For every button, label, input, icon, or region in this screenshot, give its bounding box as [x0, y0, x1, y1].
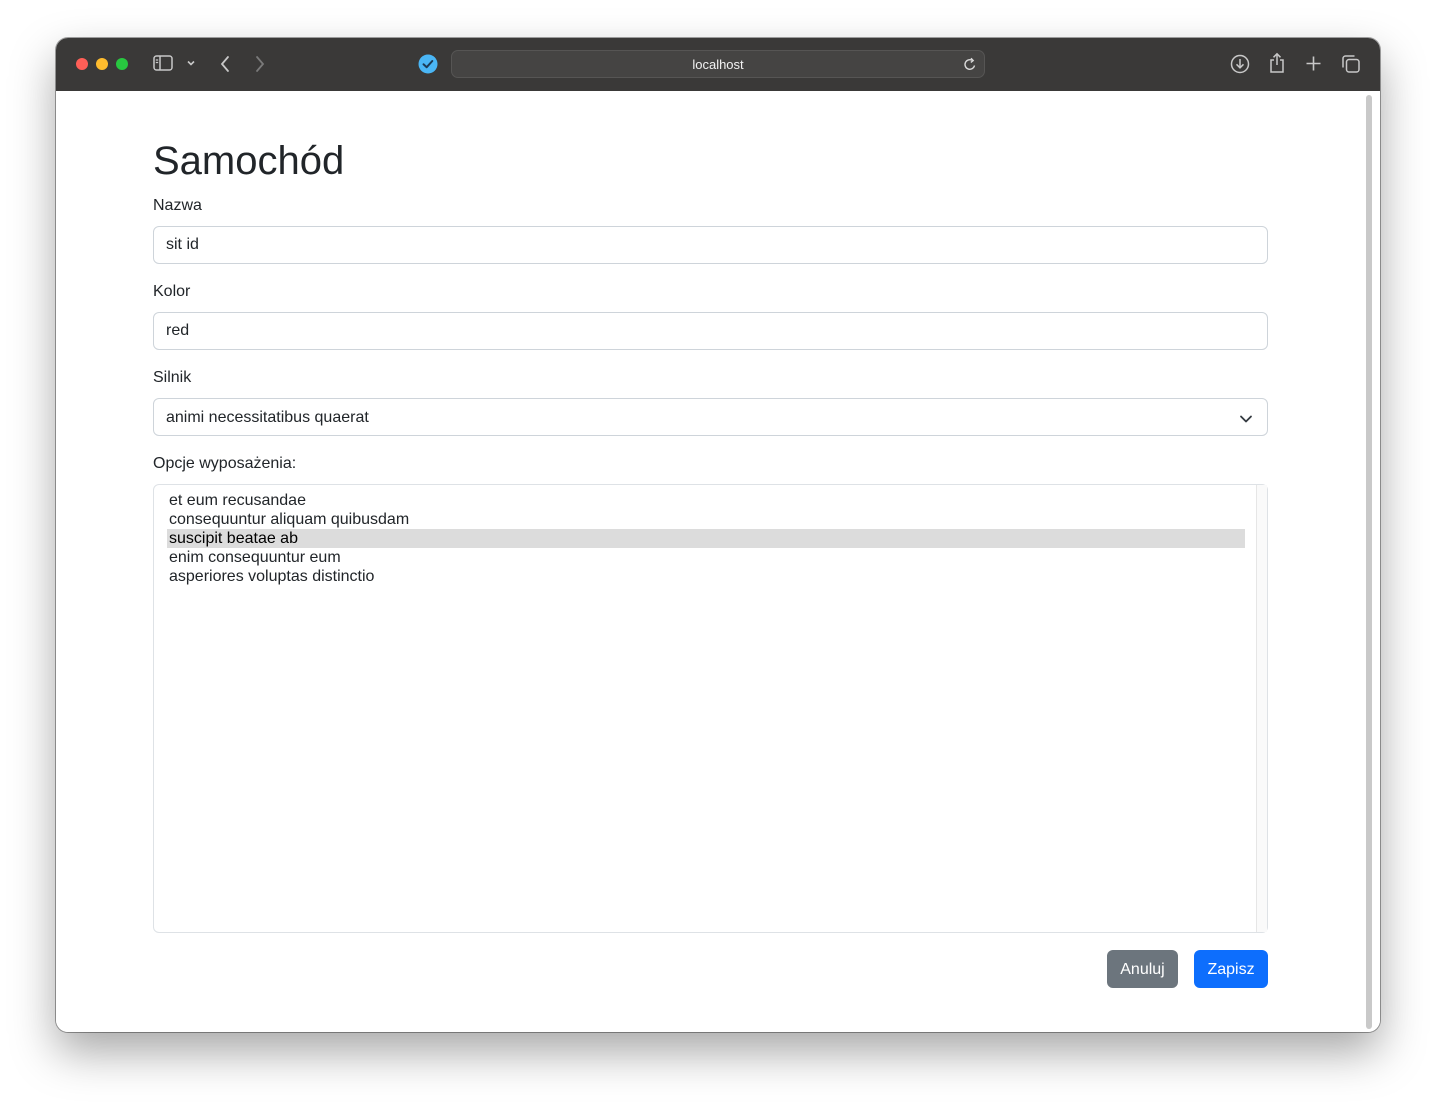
chevron-down-icon [1239, 411, 1253, 429]
sidebar-icon[interactable] [153, 55, 173, 71]
browser-toolbar: localhost [56, 38, 1380, 92]
engine-select[interactable]: animi necessitatibus quaerat [153, 398, 1268, 436]
new-tab-icon[interactable] [1305, 55, 1322, 72]
listbox-scrollbar[interactable] [1256, 485, 1267, 932]
color-field[interactable] [153, 312, 1268, 350]
chevron-down-icon[interactable] [186, 60, 196, 67]
equipment-options-label: Opcje wyposażenia: [153, 455, 297, 472]
forward-icon[interactable] [254, 55, 266, 73]
list-item[interactable]: asperiores voluptas distinctio [167, 567, 1245, 586]
url-text: localhost [692, 57, 744, 72]
share-icon[interactable] [1268, 52, 1286, 74]
tab-overview-icon[interactable] [1341, 54, 1361, 74]
save-button[interactable]: Zapisz [1194, 950, 1268, 988]
download-icon[interactable] [1230, 54, 1250, 74]
browser-window: localhost Samochód Nazwa Kolor Silnik an… [56, 38, 1380, 1032]
reload-icon[interactable] [963, 57, 977, 72]
engine-selected-value: animi necessitatibus quaerat [166, 409, 369, 426]
list-item[interactable]: et eum recusandae [167, 491, 1245, 510]
color-label: Kolor [153, 283, 191, 300]
back-icon[interactable] [219, 55, 231, 73]
page-title: Samochód [153, 139, 345, 183]
list-item-selected[interactable]: suscipit beatae ab [167, 529, 1245, 548]
close-window-button[interactable] [76, 58, 88, 70]
cancel-button[interactable]: Anuluj [1107, 950, 1178, 988]
list-item[interactable]: consequuntur aliquam quibusdam [167, 510, 1245, 529]
page-content: Samochód Nazwa Kolor Silnik animi necess… [56, 91, 1380, 1032]
name-label: Nazwa [153, 197, 202, 214]
maximize-window-button[interactable] [116, 58, 128, 70]
address-bar[interactable]: localhost [451, 50, 985, 78]
privacy-shield-icon[interactable] [418, 54, 438, 74]
equipment-options-listbox[interactable]: et eum recusandae consequuntur aliquam q… [153, 484, 1268, 933]
list-item[interactable]: enim consequuntur eum [167, 548, 1245, 567]
name-field[interactable] [153, 226, 1268, 264]
minimize-window-button[interactable] [96, 58, 108, 70]
page-scrollbar[interactable] [1366, 95, 1372, 1029]
engine-label: Silnik [153, 369, 192, 386]
